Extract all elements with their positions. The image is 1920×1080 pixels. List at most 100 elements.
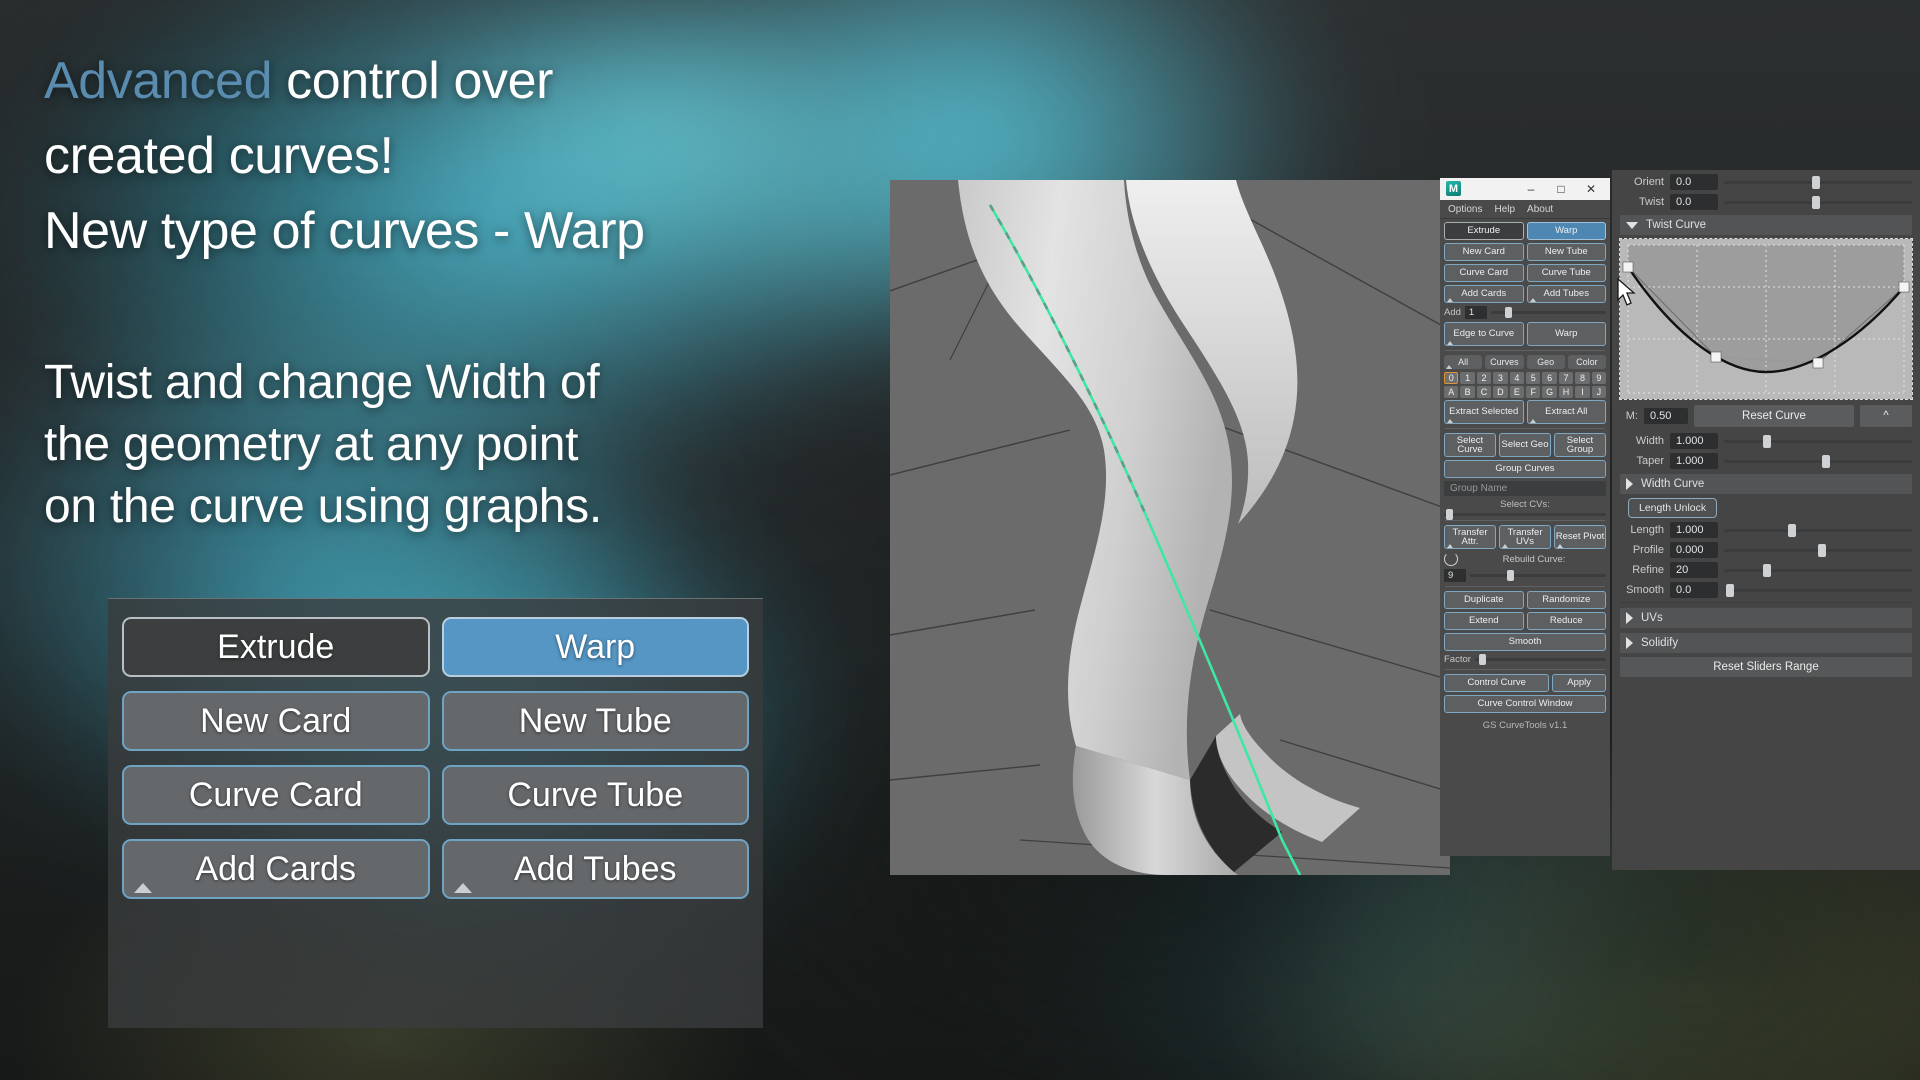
uvs-section-header[interactable]: UVs	[1620, 608, 1912, 628]
callout-button-add-tubes[interactable]: Add Tubes	[441, 839, 749, 899]
filter-tab-color[interactable]: Color	[1567, 355, 1606, 369]
maya-3d-viewport[interactable]	[890, 180, 1450, 875]
slider-knob-profile[interactable]	[1818, 543, 1826, 557]
select-cvs-track[interactable]	[1444, 509, 1606, 520]
layer-letter-D[interactable]: D	[1493, 386, 1508, 398]
extract-selected-button[interactable]: Extract Selected	[1444, 400, 1524, 424]
slider-row-length[interactable]: Length 1.000	[1620, 522, 1912, 538]
menu-item-about[interactable]: About	[1527, 204, 1553, 215]
layer-number-2[interactable]: 2	[1476, 372, 1492, 384]
slider-row-width[interactable]: Width 1.000	[1620, 433, 1912, 449]
filter-tab-geo[interactable]: Geo	[1526, 355, 1565, 369]
rebuild-value[interactable]: 9	[1444, 569, 1466, 582]
layer-number-0[interactable]: 0	[1444, 372, 1459, 384]
transfer-uvs-button[interactable]: Transfer UVs	[1499, 525, 1551, 549]
layer-number-9[interactable]: 9	[1591, 372, 1607, 384]
reset-curve-button[interactable]: Reset Curve	[1694, 405, 1854, 427]
tool-button-add-cards[interactable]: Add Cards	[1444, 285, 1524, 303]
slider-track-taper[interactable]	[1724, 454, 1912, 468]
filter-tab-curves[interactable]: Curves	[1485, 355, 1524, 369]
add-slider-knob[interactable]	[1504, 307, 1512, 318]
callout-button-curve-card[interactable]: Curve Card	[122, 765, 430, 825]
slider-track-length[interactable]	[1724, 523, 1912, 537]
group-curves-button[interactable]: Group Curves	[1444, 460, 1606, 478]
slider-row-profile[interactable]: Profile 0.000	[1620, 542, 1912, 558]
reset-sliders-range-button[interactable]: Reset Sliders Range	[1620, 657, 1912, 677]
curve-handle-left[interactable]	[1710, 351, 1722, 363]
curve-point-end[interactable]	[1898, 281, 1910, 293]
length-unlock-button[interactable]: Length Unlock	[1628, 498, 1718, 518]
refresh-icon[interactable]	[1444, 552, 1458, 566]
uvs-chevron-right-icon[interactable]	[1626, 612, 1633, 624]
callout-dropdown-caret-icon[interactable]	[134, 883, 152, 893]
warp-button[interactable]: Warp	[1526, 322, 1606, 346]
add-slider-track[interactable]	[1490, 307, 1606, 318]
edge-to-curve-button[interactable]: Edge to Curve	[1444, 322, 1524, 346]
slider-track-smooth[interactable]	[1724, 583, 1912, 597]
window-titlebar[interactable]: M – □ ✕	[1440, 178, 1610, 200]
layer-letter-I[interactable]: I	[1575, 386, 1590, 398]
factor-knob[interactable]	[1478, 654, 1486, 665]
slider-knob-width[interactable]	[1763, 434, 1772, 448]
slider-value-taper[interactable]: 1.000	[1670, 453, 1718, 469]
twist-curve-graph[interactable]	[1619, 238, 1913, 400]
tool-button-extend[interactable]: Extend	[1444, 612, 1524, 630]
twist-curve-section-header[interactable]: Twist Curve	[1620, 215, 1912, 235]
solidify-chevron-right-icon[interactable]	[1626, 637, 1633, 649]
collapse-button[interactable]: ^	[1860, 405, 1912, 427]
menu-item-help[interactable]: Help	[1494, 204, 1515, 215]
layer-letter-H[interactable]: H	[1558, 386, 1574, 398]
layer-letter-E[interactable]: E	[1509, 386, 1525, 398]
select-geo-button[interactable]: Select Geo	[1499, 433, 1551, 457]
layer-number-5[interactable]: 5	[1526, 372, 1541, 384]
callout-dropdown-caret-icon[interactable]	[453, 883, 472, 893]
add-slider-row[interactable]: Add 1	[1444, 306, 1606, 319]
tool-button-duplicate[interactable]: Duplicate	[1444, 591, 1524, 609]
layer-letter-F[interactable]: F	[1526, 386, 1541, 398]
rebuild-slider-row[interactable]: 9	[1444, 569, 1606, 582]
tool-button-randomize[interactable]: Randomize	[1526, 591, 1606, 609]
gs-curvetools-panel[interactable]: M – □ ✕ Options Help About Extrude Warp …	[1440, 178, 1610, 856]
select-group-button[interactable]: Select Group	[1554, 433, 1606, 457]
twist-curve-graph-svg[interactable]	[1620, 239, 1912, 399]
slider-value-refine[interactable]: 20	[1670, 562, 1718, 578]
extract-all-caret-icon[interactable]	[1529, 419, 1536, 423]
slider-track-twist[interactable]	[1724, 195, 1912, 209]
slider-value-length[interactable]: 1.000	[1670, 522, 1718, 538]
layer-letter-A[interactable]: A	[1444, 386, 1459, 398]
select-curve-button[interactable]: Select Curve	[1444, 433, 1496, 457]
tool-dropdown-caret-icon[interactable]	[1529, 298, 1536, 302]
apply-button[interactable]: Apply	[1552, 674, 1606, 692]
reset-pivot-button[interactable]: Reset Pivot	[1554, 525, 1606, 549]
curve-control-window-button[interactable]: Curve Control Window	[1444, 695, 1606, 713]
layer-letter-G[interactable]: G	[1542, 386, 1557, 398]
tool-button-new-card[interactable]: New Card	[1444, 243, 1524, 261]
control-curve-button[interactable]: Control Curve	[1444, 674, 1550, 692]
layer-letter-C[interactable]: C	[1476, 386, 1492, 398]
slider-track-width[interactable]	[1724, 434, 1912, 448]
smooth-button[interactable]: Smooth	[1444, 633, 1606, 651]
tool-button-reduce[interactable]: Reduce	[1526, 612, 1606, 630]
maximize-button[interactable]: □	[1546, 178, 1576, 200]
slider-knob-smooth[interactable]	[1725, 583, 1734, 597]
extrude-mode-button[interactable]: Extrude	[1444, 222, 1524, 240]
layer-number-6[interactable]: 6	[1542, 372, 1557, 384]
layer-letter-J[interactable]: J	[1591, 386, 1607, 398]
curve-attributes-panel[interactable]: Orient 0.0 Twist 0.0 Twist Curve M: 0.50…	[1612, 170, 1920, 870]
slider-knob-refine[interactable]	[1763, 563, 1772, 577]
slider-row-taper[interactable]: Taper 1.000	[1620, 453, 1912, 469]
slider-row-smooth[interactable]: Smooth 0.0	[1620, 582, 1912, 598]
dropdown-caret-icon[interactable]	[1447, 341, 1453, 345]
minimize-button[interactable]: –	[1516, 178, 1546, 200]
slider-value-profile[interactable]: 0.000	[1670, 542, 1718, 558]
curve-handle-right[interactable]	[1812, 357, 1824, 369]
slider-knob-taper[interactable]	[1821, 454, 1830, 468]
slider-value-width[interactable]: 1.000	[1670, 433, 1718, 449]
tool-button-new-tube[interactable]: New Tube	[1526, 243, 1606, 261]
slider-row-twist[interactable]: Twist 0.0	[1620, 194, 1912, 210]
transfer-attr-button[interactable]: Transfer Attr.	[1444, 525, 1496, 549]
slider-knob-length[interactable]	[1787, 523, 1796, 537]
select-cvs-knob[interactable]	[1445, 509, 1453, 520]
layer-number-8[interactable]: 8	[1575, 372, 1590, 384]
group-name-input[interactable]: Group Name	[1444, 481, 1606, 496]
